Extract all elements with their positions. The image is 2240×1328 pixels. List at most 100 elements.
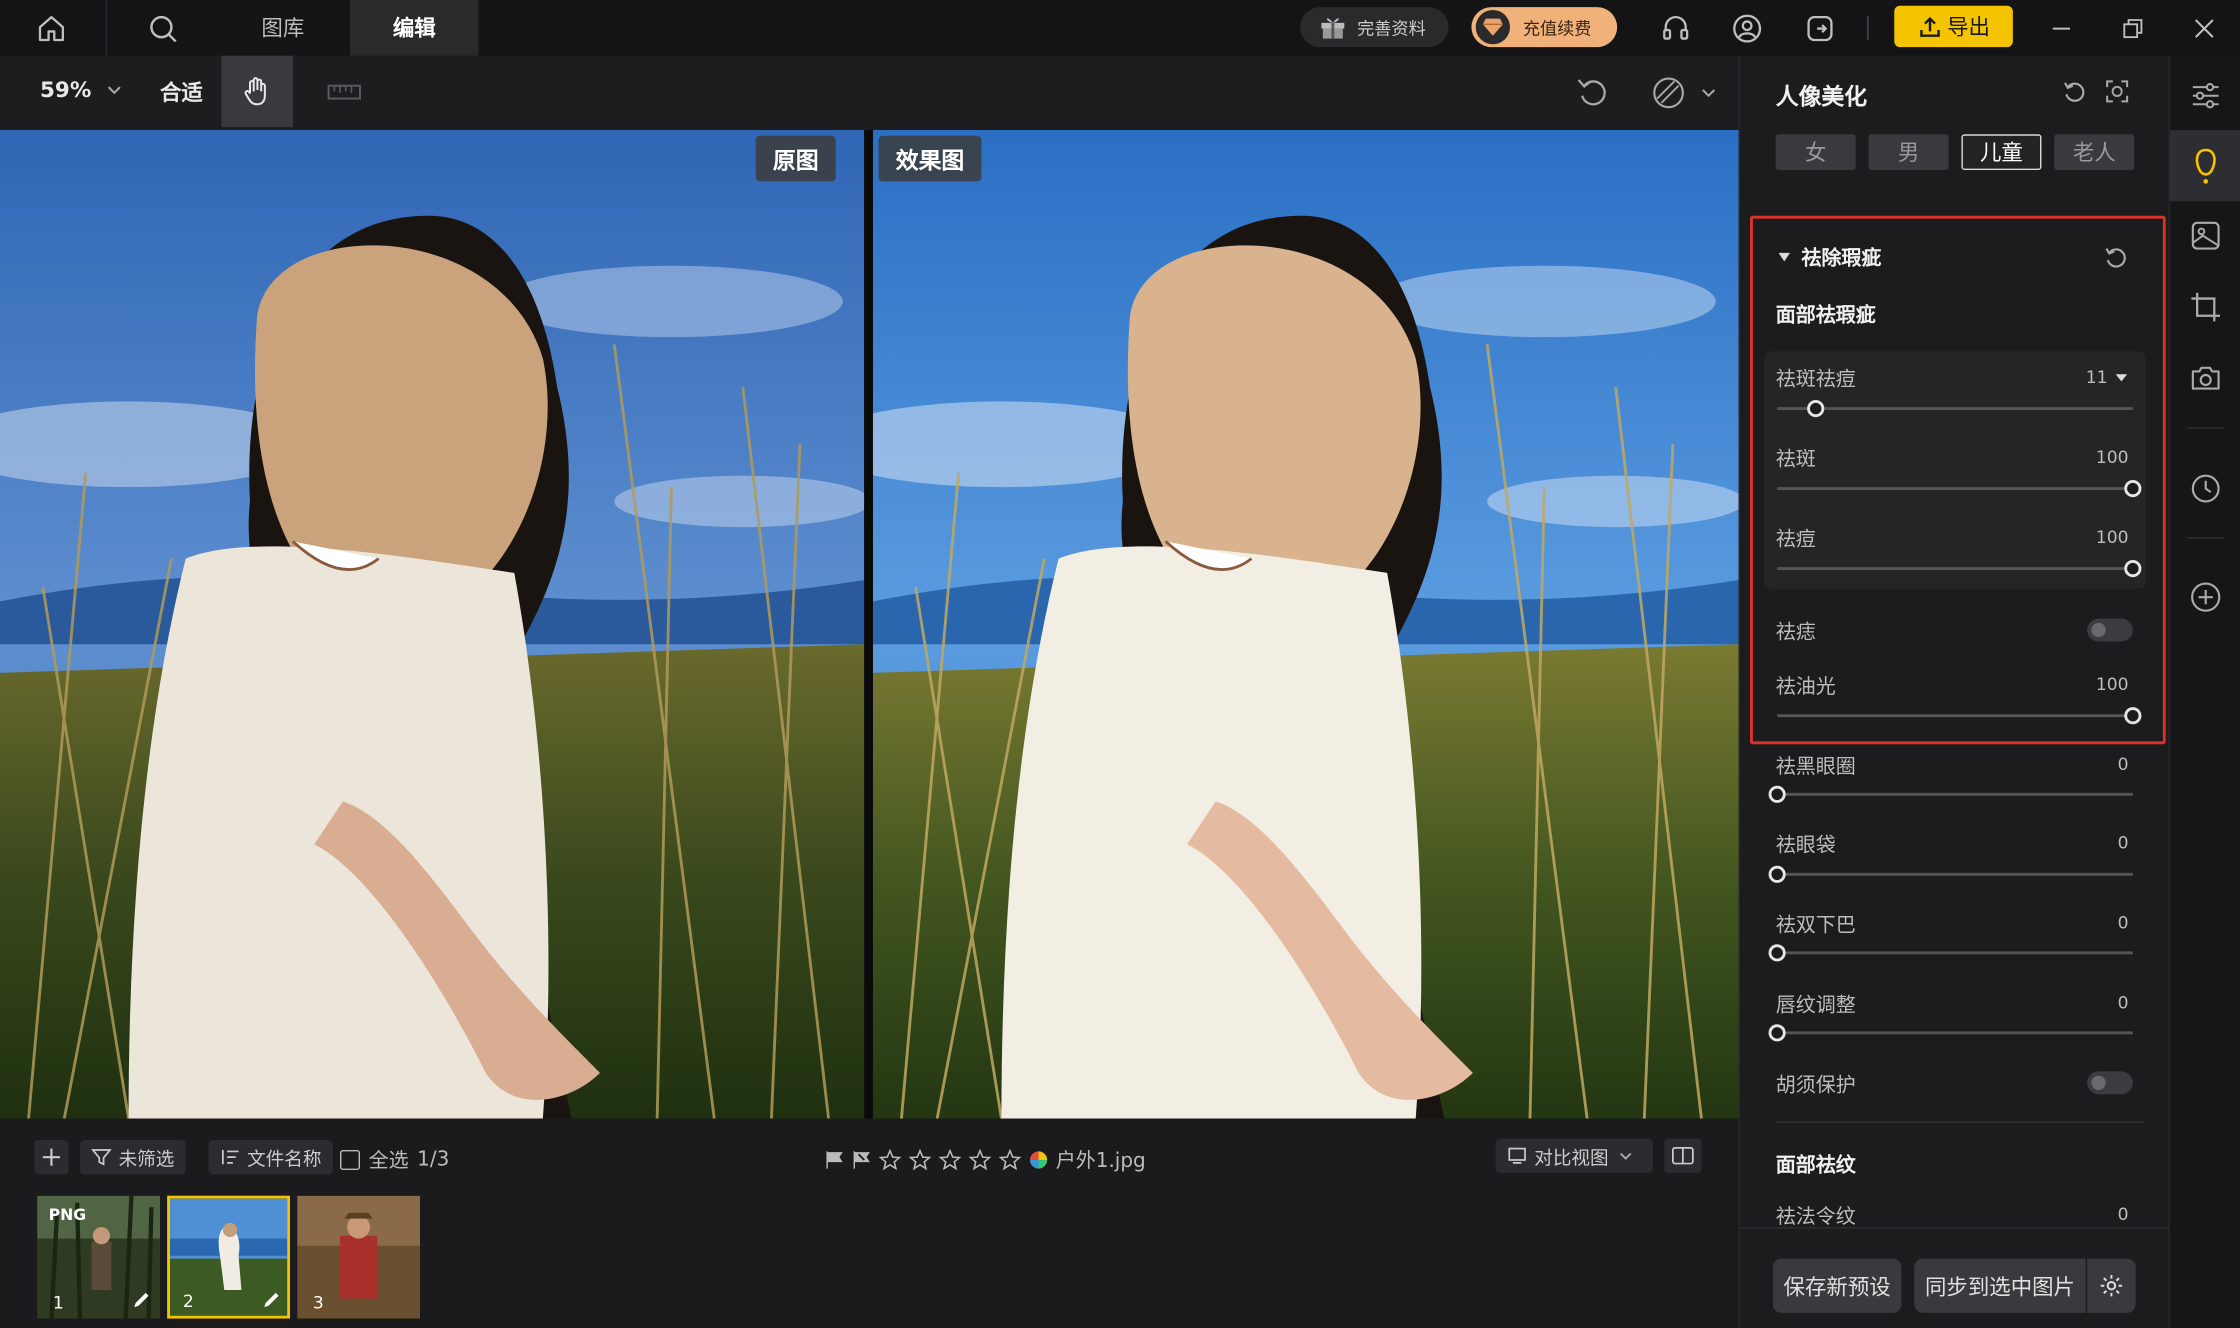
effect-label: 效果图	[878, 135, 982, 182]
logout-icon[interactable]	[1799, 9, 1842, 48]
slider-knob[interactable]	[1768, 944, 1786, 962]
export-button-label: 导出	[1947, 14, 1990, 40]
user-icon[interactable]	[1726, 9, 1769, 48]
filter-button[interactable]: 未筛选	[79, 1139, 186, 1175]
slider-knob[interactable]	[2124, 559, 2142, 578]
mole-toggle[interactable]	[2087, 618, 2133, 642]
reset-icon[interactable]	[2061, 79, 2087, 105]
checkbox-box	[339, 1149, 360, 1170]
hand-icon	[244, 77, 266, 106]
star-icon[interactable]	[908, 1148, 932, 1172]
ruler-icon[interactable]	[326, 76, 363, 107]
save-preset-button[interactable]: 保存新预设	[1772, 1258, 1902, 1313]
crop-icon[interactable]	[2170, 279, 2240, 336]
star-icon[interactable]	[998, 1148, 1022, 1172]
face-detect-icon[interactable]	[2104, 79, 2130, 105]
spot-acne-value-dropdown[interactable]: 11	[2086, 367, 2129, 387]
history-icon[interactable]	[2170, 460, 2240, 517]
flag-icon[interactable]	[824, 1150, 844, 1170]
acne-slider[interactable]	[1777, 559, 2142, 578]
color-label-icon[interactable]	[1029, 1150, 1049, 1170]
oil-slider[interactable]	[1777, 707, 2142, 725]
thumbnail-number: 2	[182, 1291, 194, 1312]
acne-label: 祛痘	[1775, 528, 1816, 552]
slider-knob[interactable]	[1768, 865, 1786, 883]
gem-icon	[1475, 9, 1510, 45]
dark-circle-slider[interactable]	[1768, 785, 2133, 803]
adjust-icon[interactable]	[2170, 67, 2240, 124]
thumbnail-selected[interactable]: 2	[167, 1195, 290, 1319]
headset-icon[interactable]	[1654, 9, 1697, 48]
eye-bag-slider[interactable]	[1768, 865, 2133, 883]
original-photo[interactable]: 原图	[0, 129, 865, 1119]
face-blemish-subtitle: 面部祛瑕疵	[1775, 304, 1876, 328]
beard-protect-toggle[interactable]	[2087, 1071, 2133, 1095]
segment-elder[interactable]: 老人	[2054, 134, 2135, 170]
minimize-icon[interactable]	[2040, 9, 2083, 48]
caret-down-icon	[2116, 374, 2128, 382]
star-icon[interactable]	[878, 1148, 902, 1172]
blemish-section-header[interactable]: 祛除瑕疵	[1776, 243, 1881, 272]
upload-icon	[1920, 16, 1940, 37]
sort-button[interactable]: 文件名称	[208, 1139, 333, 1175]
slider-knob[interactable]	[1768, 785, 1786, 803]
export-button[interactable]: 导出	[1894, 5, 2013, 48]
recharge-button[interactable]: 充值续费	[1471, 7, 1618, 48]
restore-icon[interactable]	[2111, 9, 2154, 48]
view-mode-select[interactable]: 对比视图	[1495, 1138, 1653, 1173]
compare-divider[interactable]	[864, 129, 873, 1119]
image-edit-icon[interactable]	[2170, 207, 2240, 264]
zoom-select[interactable]: 59%	[40, 77, 124, 103]
segment-female[interactable]: 女	[1775, 134, 1856, 170]
monitor-icon	[1508, 1147, 1526, 1164]
home-icon[interactable]	[29, 9, 75, 48]
split-view-button[interactable]	[1664, 1138, 1702, 1173]
close-icon[interactable]	[2183, 9, 2226, 48]
eye-bag-label: 祛眼袋	[1775, 834, 1836, 858]
slider-knob[interactable]	[1768, 1024, 1786, 1042]
top-bar: 图库 编辑 完善资料 充值续费 导出	[0, 0, 2240, 56]
thumbnail[interactable]: PNG 1	[37, 1195, 160, 1319]
camera-icon[interactable]	[2170, 350, 2240, 407]
tab-edit[interactable]: 编辑	[349, 0, 479, 56]
tab-gallery[interactable]: 图库	[226, 0, 340, 56]
segment-child[interactable]: 儿童	[1961, 134, 2042, 170]
overlay-mode-button[interactable]	[1650, 74, 1719, 111]
search-icon[interactable]	[140, 9, 186, 48]
gift-icon	[1321, 18, 1345, 39]
spot-acne-slider[interactable]	[1777, 399, 2133, 418]
file-name: 户外1.jpg	[1055, 1149, 1146, 1173]
slider-knob[interactable]	[2124, 479, 2142, 498]
sync-settings-button[interactable]	[2087, 1258, 2136, 1313]
recharge-button-label: 充值续费	[1522, 17, 1592, 38]
double-chin-label: 祛双下巴	[1775, 914, 1856, 938]
spot-label: 祛斑	[1775, 448, 1816, 472]
add-button[interactable]	[34, 1139, 69, 1175]
fit-button[interactable]: 合适	[160, 77, 203, 107]
hand-tool-button[interactable]	[221, 55, 293, 128]
effect-photo[interactable]: 效果图	[872, 129, 1739, 1119]
dark-circle-value: 0	[2117, 754, 2129, 775]
select-all-checkbox[interactable]: 全选 1/3	[339, 1146, 449, 1175]
rotate-icon[interactable]	[1574, 74, 1611, 111]
spot-acne-label: 祛斑祛痘	[1775, 368, 1856, 392]
sync-button[interactable]: 同步到选中图片	[1914, 1258, 2086, 1313]
portrait-tool-icon[interactable]	[2169, 129, 2240, 202]
star-icon[interactable]	[968, 1148, 992, 1172]
wrinkle-section-title: 面部祛纹	[1775, 1154, 1856, 1178]
profile-button[interactable]: 完善资料	[1299, 7, 1449, 48]
section-reset-icon[interactable]	[2103, 244, 2129, 270]
add-tool-icon[interactable]	[2170, 569, 2240, 626]
lip-line-slider[interactable]	[1768, 1024, 2133, 1042]
star-icon[interactable]	[938, 1148, 962, 1172]
lip-line-value: 0	[2117, 992, 2129, 1013]
double-chin-slider[interactable]	[1768, 944, 2133, 962]
rating-bar: 户外1.jpg	[824, 1146, 1146, 1175]
spot-slider[interactable]	[1777, 479, 2142, 498]
slider-knob[interactable]	[2124, 707, 2142, 725]
thumbnail[interactable]: 3	[297, 1195, 420, 1319]
reject-flag-icon[interactable]	[851, 1150, 871, 1170]
sort-icon	[221, 1149, 239, 1165]
segment-male[interactable]: 男	[1868, 134, 1949, 170]
eye-bag-value: 0	[2117, 832, 2129, 853]
